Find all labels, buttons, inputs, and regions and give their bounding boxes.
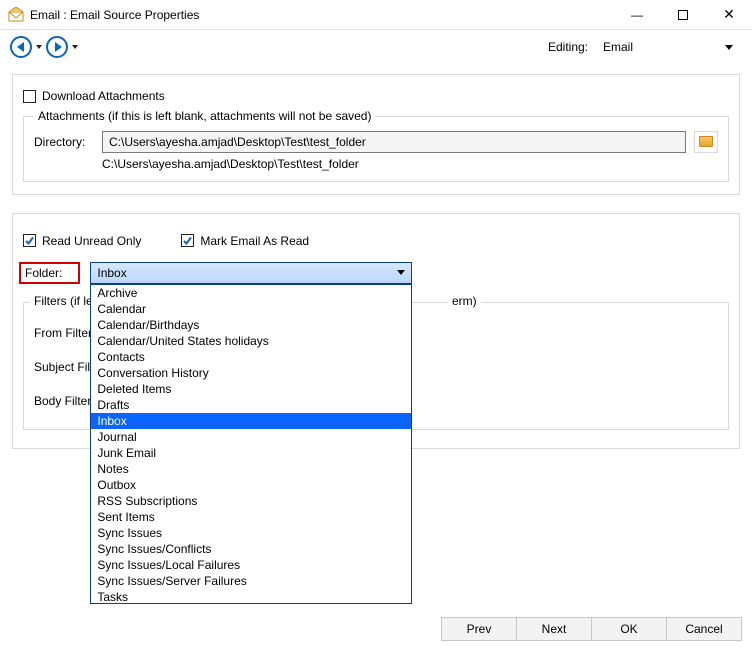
prev-button[interactable]: Prev xyxy=(441,617,517,641)
folder-option[interactable]: Conversation History xyxy=(91,365,411,381)
folder-option[interactable]: Tasks xyxy=(91,589,411,604)
folder-selected-value: Inbox xyxy=(97,266,126,280)
ok-button[interactable]: OK xyxy=(591,617,667,641)
close-button[interactable]: ✕ xyxy=(706,0,752,30)
checkbox-icon xyxy=(181,234,194,247)
footer-buttons: Prev Next OK Cancel xyxy=(441,617,742,641)
folder-option[interactable]: Outbox xyxy=(91,477,411,493)
mark-as-read-checkbox[interactable]: Mark Email As Read xyxy=(181,234,309,248)
window-title: Email : Email Source Properties xyxy=(30,8,614,22)
maximize-button[interactable] xyxy=(660,0,706,30)
download-attachments-label: Download Attachments xyxy=(42,89,165,103)
folder-option[interactable]: Sync Issues/Local Failures xyxy=(91,557,411,573)
filters-legend-right: erm) xyxy=(448,294,481,308)
toolbar: Editing: Email xyxy=(0,30,752,64)
chevron-down-icon xyxy=(72,45,78,49)
folder-select[interactable]: Inbox ArchiveCalendarCalendar/BirthdaysC… xyxy=(90,262,412,284)
attachments-legend: Attachments (if this is left blank, atta… xyxy=(34,109,375,123)
editing-label: Editing: xyxy=(548,40,588,54)
forward-button[interactable] xyxy=(46,36,78,58)
checkbox-icon xyxy=(23,90,36,103)
directory-input[interactable] xyxy=(102,131,686,153)
chevron-down-icon xyxy=(36,45,42,49)
folder-option[interactable]: Sync Issues xyxy=(91,525,411,541)
directory-label: Directory: xyxy=(34,135,94,149)
attachments-group: Download Attachments Attachments (if thi… xyxy=(12,74,740,195)
mark-as-read-label: Mark Email As Read xyxy=(200,234,309,248)
next-button[interactable]: Next xyxy=(516,617,592,641)
browse-button[interactable] xyxy=(694,131,718,153)
folder-option[interactable]: Journal xyxy=(91,429,411,445)
folder-option[interactable]: Archive xyxy=(91,285,411,301)
cancel-button[interactable]: Cancel xyxy=(666,617,742,641)
directory-echo: C:\Users\ayesha.amjad\Desktop\Test\test_… xyxy=(102,157,718,171)
folder-option[interactable]: Sent Items xyxy=(91,509,411,525)
read-unread-only-label: Read Unread Only xyxy=(42,234,141,248)
attachments-fieldset: Attachments (if this is left blank, atta… xyxy=(23,116,729,182)
chevron-down-icon xyxy=(725,45,733,50)
folder-option[interactable]: Calendar/Birthdays xyxy=(91,317,411,333)
folder-option[interactable]: Notes xyxy=(91,461,411,477)
options-group: Read Unread Only Mark Email As Read Fold… xyxy=(12,213,740,449)
read-unread-only-checkbox[interactable]: Read Unread Only xyxy=(23,234,141,248)
folder-option[interactable]: Contacts xyxy=(91,349,411,365)
folder-option[interactable]: Junk Email xyxy=(91,445,411,461)
folder-option[interactable]: Calendar xyxy=(91,301,411,317)
folder-option[interactable]: Calendar/United States holidays xyxy=(91,333,411,349)
minimize-button[interactable]: — xyxy=(614,0,660,30)
checkbox-icon xyxy=(23,234,36,247)
download-attachments-checkbox[interactable]: Download Attachments xyxy=(23,89,165,103)
folder-label: Folder: xyxy=(19,262,80,284)
folder-dropdown-list[interactable]: ArchiveCalendarCalendar/BirthdaysCalenda… xyxy=(90,284,412,604)
editing-value: Email xyxy=(603,40,633,54)
folder-option[interactable]: Inbox xyxy=(91,413,411,429)
folder-icon xyxy=(699,136,713,147)
titlebar: Email : Email Source Properties — ✕ xyxy=(0,0,752,30)
back-button[interactable] xyxy=(10,36,42,58)
content: Download Attachments Attachments (if thi… xyxy=(0,64,752,459)
folder-option[interactable]: Sync Issues/Server Failures xyxy=(91,573,411,589)
editing-dropdown[interactable]: Email xyxy=(594,37,742,57)
chevron-down-icon xyxy=(397,270,405,275)
app-icon xyxy=(8,7,24,23)
folder-option[interactable]: Sync Issues/Conflicts xyxy=(91,541,411,557)
folder-option[interactable]: Drafts xyxy=(91,397,411,413)
folder-option[interactable]: RSS Subscriptions xyxy=(91,493,411,509)
folder-option[interactable]: Deleted Items xyxy=(91,381,411,397)
